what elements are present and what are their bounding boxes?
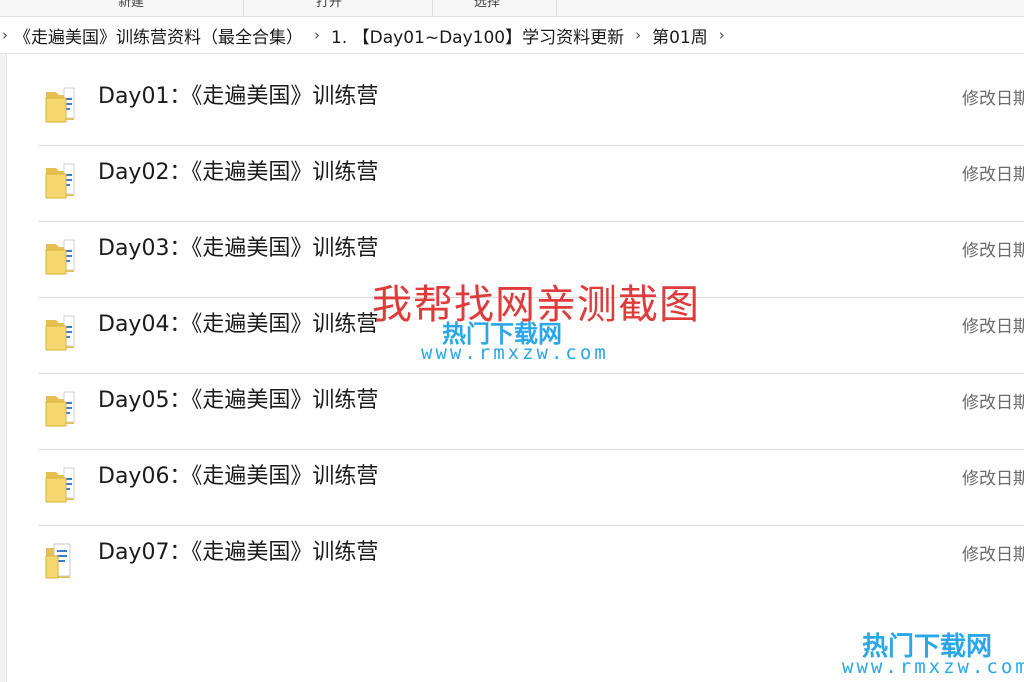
folder-open-icon bbox=[44, 540, 78, 580]
file-list-item[interactable]: Day02：《走遍美国》训练营 修改日期 bbox=[38, 146, 1024, 222]
file-name[interactable]: Day05：《走遍美国》训练营 bbox=[98, 382, 378, 414]
file-name[interactable]: Day04：《走遍美国》训练营 bbox=[98, 306, 378, 338]
modified-date-label: 修改日期 bbox=[962, 89, 1024, 109]
folder-icon bbox=[44, 236, 78, 276]
file-list-item[interactable]: Day05：《走遍美国》训练营 修改日期 bbox=[38, 374, 1024, 450]
file-list-item[interactable]: Day07：《走遍美国》训练营 修改日期 bbox=[38, 526, 1024, 601]
ribbon-divider bbox=[556, 0, 557, 16]
file-name[interactable]: Day07：《走遍美国》训练营 bbox=[98, 534, 378, 566]
modified-date-label: 修改日期 bbox=[962, 241, 1024, 261]
folder-icon bbox=[44, 388, 78, 428]
chevron-right-icon[interactable]: › bbox=[303, 26, 331, 44]
chevron-right-icon[interactable]: › bbox=[624, 26, 652, 44]
navigation-pane-edge bbox=[0, 54, 7, 682]
folder-icon bbox=[44, 312, 78, 352]
folder-icon bbox=[44, 464, 78, 504]
watermark-corner-url: www.rmxzw.com bbox=[842, 656, 1024, 678]
file-explorer-window: 新建 打开 选择 › 《走遍美国》训练营资料（最全合集） › 1. 【Day01… bbox=[0, 0, 1024, 682]
breadcrumb: › 《走遍美国》训练营资料（最全合集） › 1. 【Day01~Day100】学… bbox=[0, 17, 1024, 54]
breadcrumb-item-week[interactable]: 第01周 bbox=[652, 23, 708, 48]
ribbon-open-label[interactable]: 打开 bbox=[316, 0, 342, 10]
breadcrumb-item-day-range[interactable]: 1. 【Day01~Day100】学习资料更新 bbox=[331, 23, 624, 48]
folder-icon bbox=[44, 160, 78, 200]
file-name[interactable]: Day06：《走遍美国》训练营 bbox=[98, 458, 378, 490]
modified-date-label: 修改日期 bbox=[962, 317, 1024, 337]
modified-date-label: 修改日期 bbox=[962, 393, 1024, 413]
ribbon-divider bbox=[432, 0, 433, 16]
ribbon: 新建 打开 选择 bbox=[0, 0, 1024, 17]
file-name[interactable]: Day03：《走遍美国》训练营 bbox=[98, 230, 378, 262]
watermark-site-url: www.rmxzw.com bbox=[421, 342, 609, 364]
chevron-right-icon[interactable]: › bbox=[0, 26, 14, 44]
ribbon-new-label[interactable]: 新建 bbox=[118, 0, 144, 10]
file-list-item[interactable]: Day06：《走遍美国》训练营 修改日期 bbox=[38, 450, 1024, 526]
modified-date-label: 修改日期 bbox=[962, 545, 1024, 565]
ribbon-select-label[interactable]: 选择 bbox=[474, 0, 500, 10]
file-name[interactable]: Day01：《走遍美国》训练营 bbox=[98, 78, 378, 110]
chevron-right-icon[interactable]: › bbox=[708, 26, 736, 44]
folder-icon bbox=[44, 84, 78, 124]
ribbon-divider bbox=[243, 0, 244, 16]
file-name[interactable]: Day02：《走遍美国》训练营 bbox=[98, 154, 378, 186]
modified-date-label: 修改日期 bbox=[962, 165, 1024, 185]
file-list-item[interactable]: Day01：《走遍美国》训练营 修改日期 bbox=[38, 70, 1024, 146]
breadcrumb-item-root[interactable]: 《走遍美国》训练营资料（最全合集） bbox=[14, 23, 303, 48]
modified-date-label: 修改日期 bbox=[962, 469, 1024, 489]
